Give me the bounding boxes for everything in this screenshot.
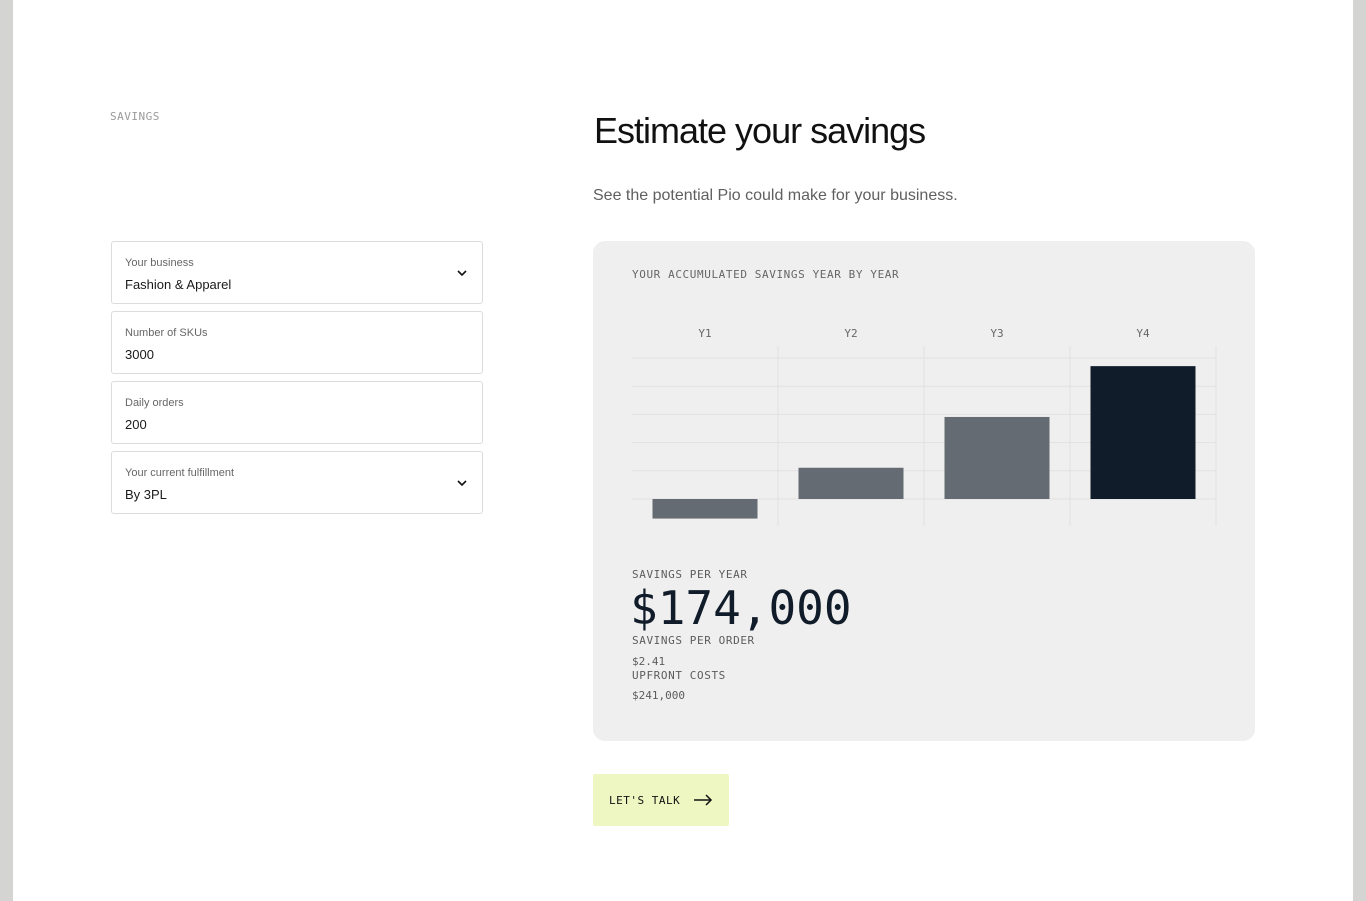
savings-per-year-value: $174,000 <box>630 581 852 635</box>
savings-chart: Y1 Y2 Y3 Y4 <box>632 327 1217 526</box>
page-subtitle: See the potential Pio could make for you… <box>593 187 958 204</box>
business-select[interactable]: Your business Fashion & Apparel <box>111 241 483 304</box>
category-label: Y3 <box>990 327 1003 340</box>
category-label: Y1 <box>698 327 711 340</box>
fulfillment-select-value: By 3PL <box>125 487 167 502</box>
daily-orders-input-label: Daily orders <box>125 397 184 409</box>
business-select-value: Fashion & Apparel <box>125 277 232 292</box>
chevron-down-icon <box>457 480 467 487</box>
daily-orders-input[interactable]: Daily orders 200 <box>111 381 483 444</box>
bar <box>1090 366 1196 499</box>
category-label: Y4 <box>1136 327 1150 340</box>
bar <box>944 416 1050 499</box>
skus-input-label: Number of SKUs <box>125 327 208 339</box>
fulfillment-select-label: Your current fulfillment <box>125 467 235 479</box>
lets-talk-label: LET'S TALK <box>609 793 681 807</box>
section-label: SAVINGS <box>110 110 160 123</box>
page: SAVINGS Your business Fashion & Apparel … <box>13 0 1353 901</box>
skus-input-value: 3000 <box>125 347 154 362</box>
skus-input[interactable]: Number of SKUs 3000 <box>111 311 483 374</box>
bar <box>652 499 758 519</box>
savings-per-order-label: SAVINGS PER ORDER <box>632 634 755 647</box>
page-title: Estimate your savings <box>594 110 926 151</box>
savings-per-order-value: $2.41 <box>632 655 666 668</box>
upfront-costs-label: UPFRONT COSTS <box>632 669 726 682</box>
daily-orders-input-value: 200 <box>125 417 147 432</box>
savings-card: YOUR ACCUMULATED SAVINGS YEAR BY YEAR Y1… <box>593 241 1255 741</box>
lets-talk-button[interactable]: LET'S TALK <box>593 774 729 826</box>
bar <box>798 467 904 499</box>
chevron-down-icon <box>457 270 467 277</box>
arrow-right-icon <box>694 794 713 806</box>
savings-per-year-label: SAVINGS PER YEAR <box>632 568 748 581</box>
category-label: Y2 <box>844 327 857 340</box>
fulfillment-select[interactable]: Your current fulfillment By 3PL <box>111 451 483 514</box>
business-select-label: Your business <box>125 257 194 269</box>
upfront-costs-value: $241,000 <box>632 689 685 702</box>
